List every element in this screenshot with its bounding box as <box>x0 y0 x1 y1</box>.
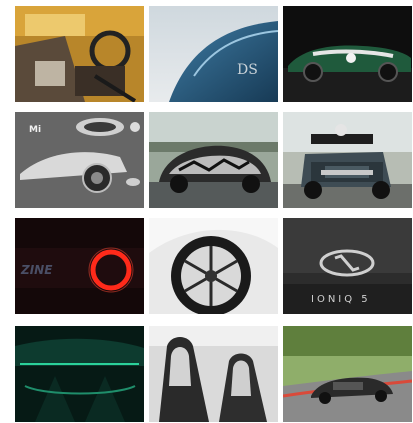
green-ambient-lit-interior-image <box>15 326 144 422</box>
gallery-tile-aero-wheel-closeup[interactable] <box>149 218 278 314</box>
gallery-tile-red-ring-light-detail[interactable]: ZINE <box>15 218 144 314</box>
ford-f150-autonomous-test-truck-image <box>283 112 412 208</box>
gallery-tile-camouflaged-bmw-prototype[interactable] <box>149 112 278 208</box>
gallery-tile-race-car-interior[interactable] <box>15 6 144 102</box>
gallery-tile-hyundai-ioniq-5-badge[interactable]: IONIQ 5 <box>283 218 412 314</box>
porsche-prototype-on-track-image <box>283 326 412 422</box>
green-vintage-race-car-image <box>283 6 412 102</box>
svg-text:Mi: Mi <box>29 125 41 135</box>
concept-car-render-image: Mi <box>15 112 144 208</box>
gallery-tile-ford-f150-autonomous-test-truck[interactable] <box>283 112 412 208</box>
gallery-tile-concept-car-render[interactable]: Mi <box>15 112 144 208</box>
gallery-tile-sport-seats-interior[interactable] <box>149 326 278 422</box>
gallery-tile-green-vintage-race-car[interactable] <box>283 6 412 102</box>
gallery-tile-porsche-prototype-on-track[interactable] <box>283 326 412 422</box>
red-ring-light-detail-image: ZINE <box>15 218 144 314</box>
aero-wheel-closeup-image <box>149 218 278 314</box>
svg-text:DS: DS <box>237 62 258 78</box>
ds-car-rear-badge-image: DS <box>149 6 278 102</box>
svg-text:ZINE: ZINE <box>20 263 53 277</box>
gallery-tile-green-ambient-lit-interior[interactable] <box>15 326 144 422</box>
ioniq-5-label: IONIQ 5 <box>311 294 371 305</box>
image-gallery-grid: DS Mi ZINE IONIQ 5 <box>0 0 413 423</box>
camouflaged-bmw-prototype-image <box>149 112 278 208</box>
gallery-tile-ds-car-rear-badge[interactable]: DS <box>149 6 278 102</box>
sport-seats-interior-image <box>149 326 278 422</box>
race-car-interior-image <box>15 6 144 102</box>
